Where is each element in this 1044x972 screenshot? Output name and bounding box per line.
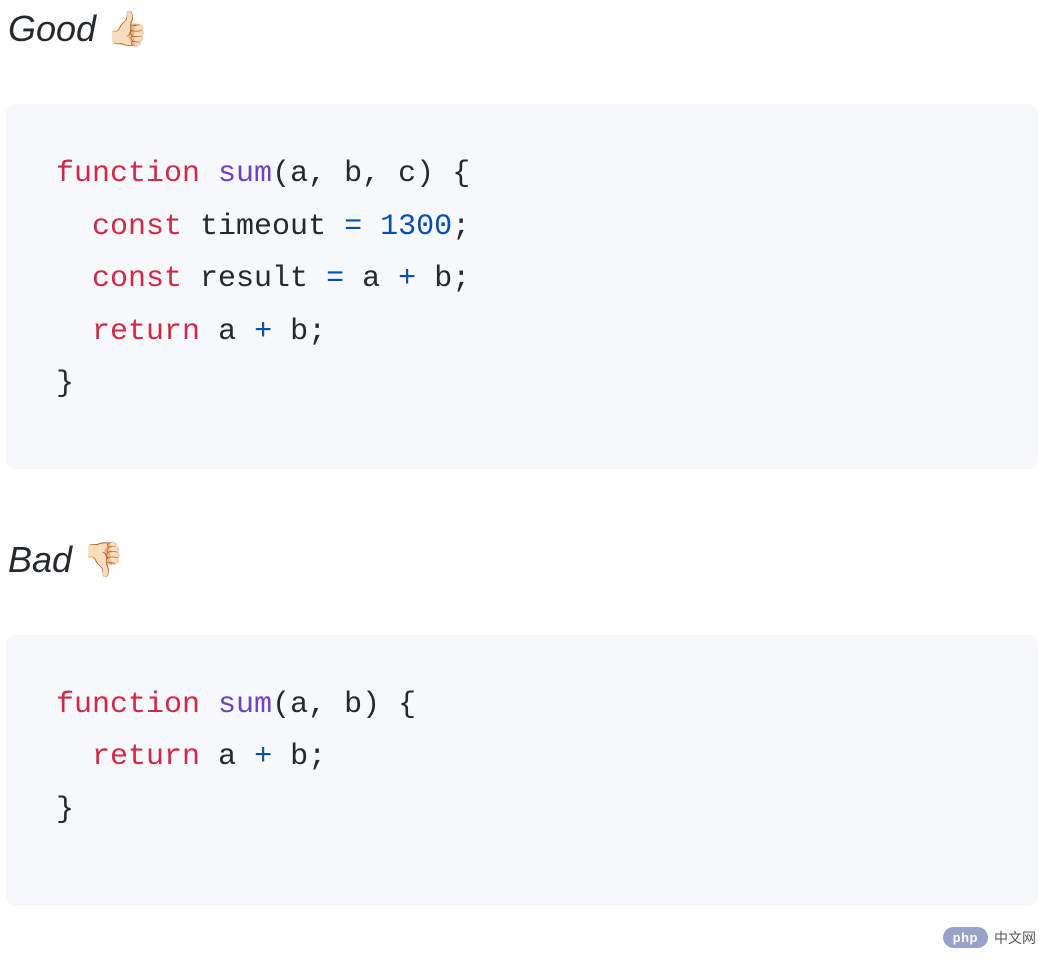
code-token-punct: ; bbox=[452, 210, 470, 244]
code-token-punct: { bbox=[398, 688, 416, 722]
code-token-var: timeout bbox=[200, 210, 326, 244]
code-token-var: b bbox=[290, 315, 308, 349]
code-token-kw-decl: function bbox=[56, 157, 200, 191]
code-token-punct: ; bbox=[308, 740, 326, 774]
code-token-punct: ) bbox=[416, 157, 434, 191]
code-token-param: c bbox=[398, 157, 416, 191]
code-token-punct: ( bbox=[272, 157, 290, 191]
code-token-op: + bbox=[254, 315, 272, 349]
thumbs-down-icon: 👎🏻 bbox=[82, 540, 124, 580]
code-token-punct: { bbox=[452, 157, 470, 191]
heading-good: Good 👍🏻 bbox=[6, 8, 1038, 50]
code-token-var: b bbox=[434, 262, 452, 296]
code-token-param: a bbox=[290, 157, 308, 191]
heading-bad-label: Bad bbox=[8, 539, 72, 581]
watermark: php 中文网 bbox=[943, 927, 1036, 948]
code-token-var: result bbox=[200, 262, 308, 296]
code-token-kw-decl: const bbox=[92, 262, 182, 296]
code-token-kw-decl: function bbox=[56, 688, 200, 722]
code-token-punct: , bbox=[308, 157, 344, 191]
code-token-op: + bbox=[398, 262, 416, 296]
code-token-var: a bbox=[218, 315, 236, 349]
heading-bad: Bad 👎🏻 bbox=[6, 539, 1038, 581]
code-token-param: b bbox=[344, 688, 362, 722]
code-block-good: function sum(a, b, c) { const timeout = … bbox=[6, 104, 1038, 469]
code-token-param: a bbox=[290, 688, 308, 722]
code-token-punct: , bbox=[362, 157, 398, 191]
code-token-kw-decl: return bbox=[92, 315, 200, 349]
code-token-punct: ( bbox=[272, 688, 290, 722]
code-token-num: 1300 bbox=[380, 210, 452, 244]
code-token-punct: ; bbox=[452, 262, 470, 296]
code-token-op: = bbox=[344, 210, 362, 244]
code-token-op: + bbox=[254, 740, 272, 774]
code-token-param: b bbox=[344, 157, 362, 191]
code-token-fn-name: sum bbox=[218, 688, 272, 722]
code-token-var: a bbox=[362, 262, 380, 296]
watermark-text: 中文网 bbox=[994, 928, 1036, 948]
code-token-punct: ; bbox=[308, 315, 326, 349]
code-token-kw-decl: const bbox=[92, 210, 182, 244]
heading-good-label: Good bbox=[8, 8, 96, 50]
code-token-punct: } bbox=[56, 793, 74, 827]
php-badge: php bbox=[943, 927, 988, 948]
code-token-var: a bbox=[218, 740, 236, 774]
code-token-op: = bbox=[326, 262, 344, 296]
code-token-kw-decl: return bbox=[92, 740, 200, 774]
code-token-punct: } bbox=[56, 367, 74, 401]
thumbs-up-icon: 👍🏻 bbox=[106, 9, 148, 49]
code-token-var: b bbox=[290, 740, 308, 774]
code-token-punct: , bbox=[308, 688, 344, 722]
code-token-fn-name: sum bbox=[218, 157, 272, 191]
code-token-punct: ) bbox=[362, 688, 380, 722]
code-block-bad: function sum(a, b) { return a + b; } bbox=[6, 635, 1038, 907]
